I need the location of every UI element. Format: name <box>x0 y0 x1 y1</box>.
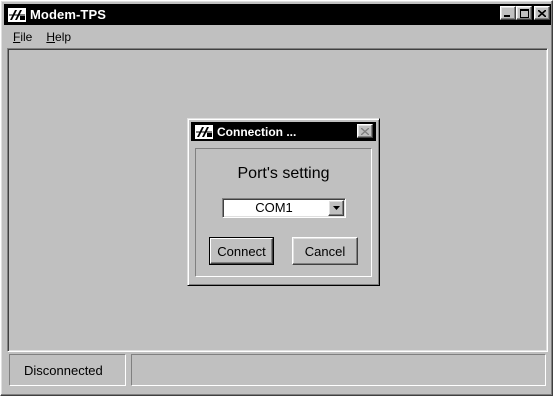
modem-dialog-icon <box>193 123 215 141</box>
port-setting-label: Port's setting <box>237 165 330 182</box>
minimize-icon <box>504 15 510 17</box>
connection-dialog: Connection ... Port's setting COM1 Conne… <box>187 118 380 286</box>
close-button[interactable] <box>534 6 550 20</box>
connection-status: Disconnected <box>9 354 126 386</box>
menu-file-label: ile <box>20 30 33 44</box>
status-message <box>131 354 546 386</box>
cancel-button[interactable]: Cancel <box>292 237 358 265</box>
port-select-value: COM1 <box>255 200 293 215</box>
maximize-icon <box>519 8 529 18</box>
menu-help-accel: H <box>46 30 56 44</box>
port-dropdown-button[interactable] <box>328 200 344 216</box>
menu-help[interactable]: Help <box>37 30 76 44</box>
dialog-title: Connection ... <box>217 124 297 139</box>
dialog-group-frame: Port's setting COM1 Connect Cancel <box>195 148 372 277</box>
maximize-button[interactable] <box>516 6 532 20</box>
connect-button[interactable]: Connect <box>209 237 274 265</box>
connect-button-label: Connect <box>210 238 273 264</box>
dialog-close-button[interactable] <box>357 124 373 138</box>
close-icon <box>361 127 369 135</box>
dialog-title-bar[interactable]: Connection ... <box>191 122 376 141</box>
status-bar: Disconnected <box>9 354 548 389</box>
close-icon <box>538 9 546 17</box>
menu-bar: File Help <box>4 27 551 47</box>
port-select[interactable]: COM1 <box>222 198 346 218</box>
window-controls <box>500 6 550 20</box>
window-title: Modem-TPS <box>30 7 107 22</box>
chevron-down-icon <box>332 206 340 210</box>
menu-help-label: elp <box>55 30 72 44</box>
modem-app-icon[interactable] <box>6 6 28 24</box>
menu-file[interactable]: File <box>4 30 37 44</box>
title-bar[interactable]: Modem-TPS <box>4 4 551 25</box>
minimize-button[interactable] <box>500 6 516 20</box>
